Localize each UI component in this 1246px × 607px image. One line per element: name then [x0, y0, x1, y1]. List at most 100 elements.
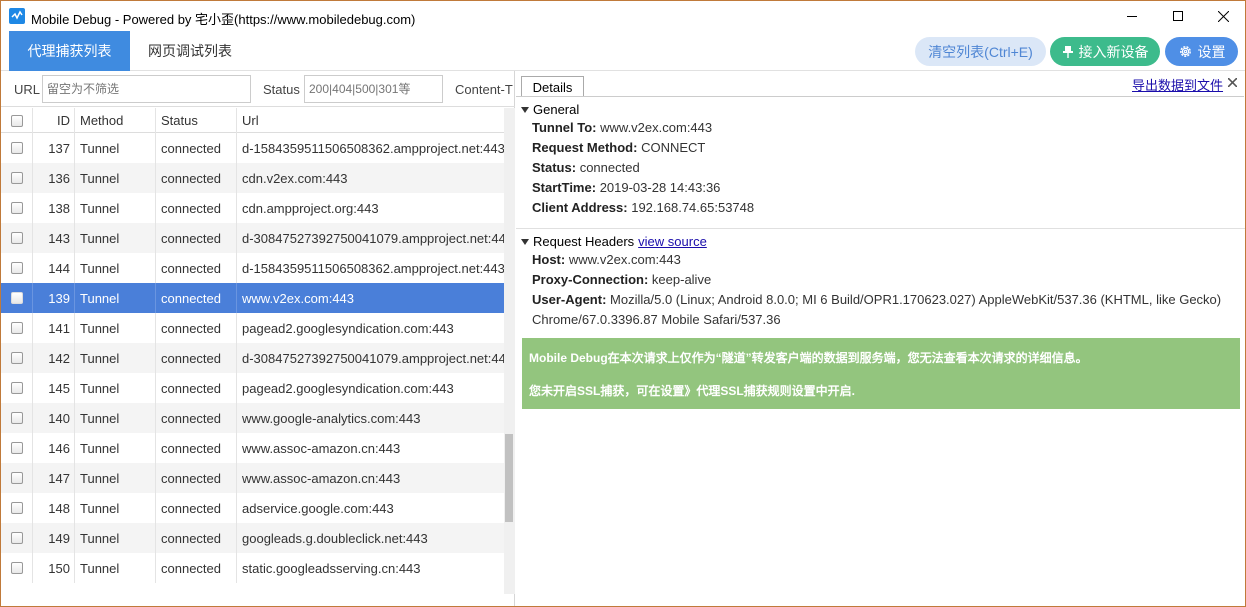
- table-row[interactable]: 137 Tunnel connected d-1584359511506508362.…: [1, 133, 504, 163]
- table-row[interactable]: 146 Tunnel connected www.assoc-amazon.cn:44…: [1, 433, 504, 463]
- table-row[interactable]: 149 Tunnel connected googleads.g.doubleclic…: [1, 523, 504, 553]
- list-scrollbar[interactable]: [504, 108, 515, 594]
- row-method: Tunnel: [75, 283, 156, 313]
- row-checkbox[interactable]: [10, 532, 23, 544]
- row-checkbox[interactable]: [10, 562, 23, 574]
- row-checkbox-cell[interactable]: [1, 403, 33, 433]
- row-checkbox[interactable]: [10, 442, 23, 454]
- maximize-icon: [1173, 11, 1183, 21]
- app-window: Mobile Debug - Powered by 宅小歪(https://ww…: [0, 0, 1246, 607]
- tab-web-debug[interactable]: 网页调试列表: [135, 31, 245, 71]
- details-tab-divider: [516, 96, 1244, 97]
- row-id: 147: [33, 463, 75, 493]
- table-row[interactable]: 139 Tunnel connected www.v2ex.com:443: [1, 283, 504, 313]
- row-method: Tunnel: [75, 433, 156, 463]
- select-all-checkbox[interactable]: [10, 114, 23, 127]
- capture-list-panel: URL Status Content-T ID Method Status Ur…: [1, 71, 515, 606]
- row-checkbox-cell[interactable]: [1, 193, 33, 223]
- row-url: cdn.v2ex.com:443: [242, 170, 348, 186]
- row-method: Tunnel: [75, 523, 156, 553]
- row-checkbox[interactable]: [10, 142, 23, 154]
- table-row[interactable]: 144 Tunnel connected d-1584359511506508362.…: [1, 253, 504, 283]
- minimize-button[interactable]: [1109, 1, 1155, 31]
- tab-proxy-capture[interactable]: 代理捕获列表: [9, 31, 130, 71]
- row-status: connected: [156, 553, 237, 583]
- row-checkbox[interactable]: [10, 382, 23, 394]
- row-checkbox-cell[interactable]: [1, 283, 33, 313]
- row-id: 144: [33, 253, 75, 283]
- close-icon: [1217, 10, 1229, 22]
- row-checkbox[interactable]: [10, 472, 23, 484]
- connect-device-button[interactable]: 接入新设备: [1050, 37, 1160, 66]
- table-row[interactable]: 136 Tunnel connected cdn.v2ex.com:443: [1, 163, 504, 193]
- column-header-id[interactable]: ID: [33, 108, 75, 133]
- column-header-url[interactable]: Url: [237, 108, 504, 133]
- close-window-button[interactable]: [1200, 1, 1245, 31]
- row-checkbox-cell[interactable]: [1, 553, 33, 583]
- table-row[interactable]: 150 Tunnel connected static.googleadsservin…: [1, 553, 504, 583]
- row-checkbox[interactable]: [10, 202, 23, 214]
- row-checkbox-cell[interactable]: [1, 313, 33, 343]
- row-checkbox[interactable]: [10, 262, 23, 274]
- row-url: pagead2.googlesyndication.com:443: [242, 380, 454, 396]
- row-checkbox[interactable]: [10, 172, 23, 184]
- row-checkbox[interactable]: [10, 292, 23, 304]
- select-all-cell[interactable]: [1, 108, 33, 133]
- row-checkbox-cell[interactable]: [1, 463, 33, 493]
- general-section-header[interactable]: General: [521, 102, 579, 117]
- row-checkbox-cell[interactable]: [1, 523, 33, 553]
- table-row[interactable]: 140 Tunnel connected www.google-analytics.c…: [1, 403, 504, 433]
- row-method: Tunnel: [75, 403, 156, 433]
- close-details-button[interactable]: [1227, 74, 1238, 91]
- section-divider: [516, 228, 1245, 229]
- table-row[interactable]: 143 Tunnel connected d-30847527392750041079…: [1, 223, 504, 253]
- row-checkbox[interactable]: [10, 322, 23, 334]
- table-row[interactable]: 138 Tunnel connected cdn.ampproject.org:443: [1, 193, 504, 223]
- settings-button[interactable]: 设置: [1165, 37, 1238, 66]
- tab-details[interactable]: Details: [521, 76, 584, 97]
- row-checkbox-cell[interactable]: [1, 163, 33, 193]
- column-header-status[interactable]: Status: [156, 108, 237, 133]
- table-row[interactable]: 148 Tunnel connected adservice.google.com:4…: [1, 493, 504, 523]
- row-checkbox-cell[interactable]: [1, 133, 33, 163]
- view-source-link[interactable]: view source: [638, 234, 707, 249]
- detail-field: Client Address: 192.168.74.65:53748: [532, 200, 754, 215]
- row-checkbox[interactable]: [10, 352, 23, 364]
- details-panel: Details 导出数据到文件 General Tunnel To: www.v…: [516, 71, 1245, 606]
- row-checkbox-cell[interactable]: [1, 343, 33, 373]
- row-checkbox-cell[interactable]: [1, 493, 33, 523]
- export-data-link[interactable]: 导出数据到文件: [1132, 75, 1223, 94]
- request-headers-section-header[interactable]: Request Headers view source: [521, 234, 707, 249]
- user-agent-continuation: Chrome/67.0.3396.87 Mobile Safari/537.36: [532, 312, 781, 327]
- row-id: 138: [33, 193, 75, 223]
- row-checkbox[interactable]: [10, 232, 23, 244]
- detail-value: www.v2ex.com:443: [600, 120, 713, 135]
- row-checkbox[interactable]: [10, 412, 23, 424]
- list-scrollbar-thumb[interactable]: [505, 434, 513, 522]
- row-checkbox[interactable]: [10, 502, 23, 514]
- detail-key: Request Method:: [532, 140, 638, 155]
- row-checkbox-cell[interactable]: [1, 373, 33, 403]
- table-row[interactable]: 142 Tunnel connected d-30847527392750041079…: [1, 343, 504, 373]
- detail-value: 192.168.74.65:53748: [631, 200, 755, 215]
- table-row[interactable]: 145 Tunnel connected pagead2.googlesyndicat…: [1, 373, 504, 403]
- table-row[interactable]: 141 Tunnel connected pagead2.googlesyndicat…: [1, 313, 504, 343]
- url-filter-input[interactable]: [42, 75, 251, 103]
- close-icon: [1227, 77, 1238, 88]
- detail-key: Tunnel To:: [532, 120, 597, 135]
- row-checkbox-cell[interactable]: [1, 433, 33, 463]
- column-header-method[interactable]: Method: [75, 108, 156, 133]
- detail-field: Host: www.v2ex.com:443: [532, 252, 681, 267]
- row-checkbox-cell[interactable]: [1, 223, 33, 253]
- clear-list-button[interactable]: 清空列表(Ctrl+E): [915, 37, 1046, 66]
- row-status: connected: [156, 193, 237, 223]
- row-id: 140: [33, 403, 75, 433]
- maximize-button[interactable]: [1155, 1, 1201, 31]
- row-checkbox-cell[interactable]: [1, 253, 33, 283]
- status-filter-input[interactable]: [304, 75, 443, 103]
- status-filter-label: Status: [263, 82, 300, 97]
- row-method: Tunnel: [75, 463, 156, 493]
- request-list: 137 Tunnel connected d-1584359511506508362.…: [1, 133, 504, 593]
- detail-field: StartTime: 2019-03-28 14:43:36: [532, 180, 720, 195]
- table-row[interactable]: 147 Tunnel connected www.assoc-amazon.cn:44…: [1, 463, 504, 493]
